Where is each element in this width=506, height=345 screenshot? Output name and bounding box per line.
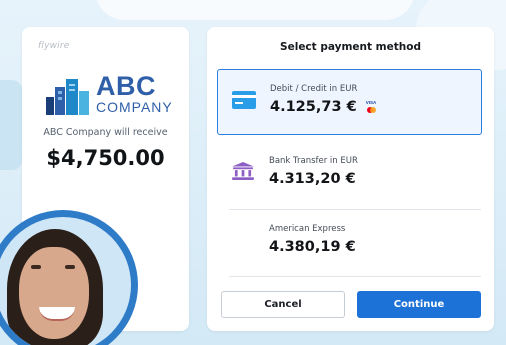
cancel-button[interactable]: Cancel [221, 291, 345, 318]
option-label: Debit / Credit in EUR [270, 84, 358, 94]
page-background: flywire ABC COMPANY ABC Company will rec… [0, 0, 506, 345]
avatar-eye [65, 265, 75, 269]
card-brands-icon: VISA [366, 100, 380, 114]
receive-amount: $4,750.00 [46, 146, 165, 170]
avatar-photo [0, 217, 131, 345]
payment-option-bank[interactable]: Bank Transfer in EUR 4.313,20 € [217, 142, 482, 208]
payment-option-card[interactable]: Debit / Credit in EUR 4.125,73 € VISA [217, 69, 482, 135]
bank-icon [232, 162, 254, 180]
abc-company-logo: ABC COMPANY [46, 71, 176, 115]
receive-label: ABC Company will receive [43, 127, 168, 138]
payment-option-amex[interactable]: American Express 4.380,19 € [217, 210, 482, 276]
credit-card-icon [232, 91, 256, 109]
avatar-face [19, 247, 89, 339]
option-value: 4.125,73 € VISA [270, 99, 380, 115]
flywire-logo: flywire [38, 41, 70, 51]
visa-icon: VISA [365, 100, 377, 105]
payment-method-panel: Select payment method Debit / Credit in … [207, 27, 494, 331]
option-amount: 4.125,73 € [270, 99, 357, 115]
option-amount: 4.380,19 € [269, 239, 356, 255]
panel-title: Select payment method [280, 41, 421, 53]
background-shape [0, 80, 22, 170]
company-logo-text: ABC [96, 71, 156, 101]
option-label: Bank Transfer in EUR [269, 156, 358, 166]
company-logo-subtext: COMPANY [96, 99, 173, 115]
background-shape [95, 0, 415, 20]
divider [229, 276, 481, 277]
option-label: American Express [269, 224, 346, 234]
mastercard-icon [369, 107, 376, 113]
continue-button[interactable]: Continue [357, 291, 481, 318]
buildings-icon [46, 79, 89, 115]
avatar-eye [31, 265, 41, 269]
option-amount: 4.313,20 € [269, 171, 356, 187]
